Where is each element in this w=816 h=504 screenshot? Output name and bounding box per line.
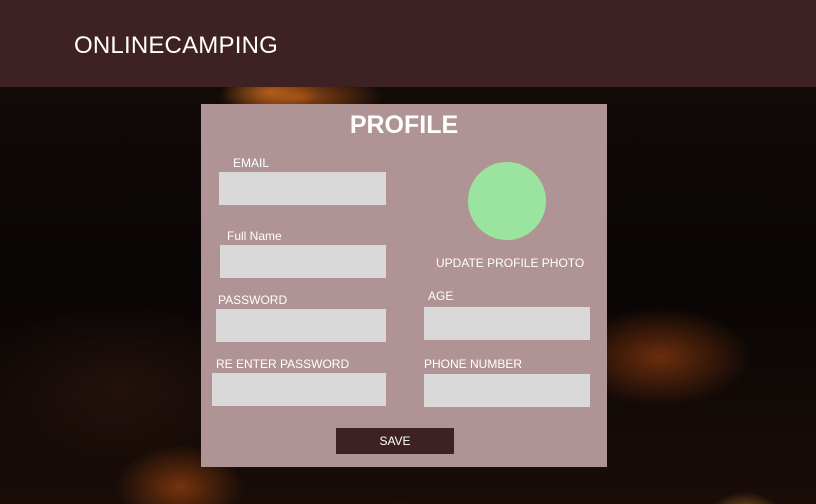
- re-enter-password-label: RE ENTER PASSWORD: [216, 357, 350, 371]
- site-header: ONLINECAMPING: [0, 0, 816, 87]
- profile-photo-avatar[interactable]: [468, 162, 546, 240]
- re-enter-password-field[interactable]: [212, 373, 386, 406]
- email-field[interactable]: [219, 172, 386, 205]
- update-profile-photo-link[interactable]: UPDATE PROFILE PHOTO: [436, 256, 584, 270]
- phone-number-label: PHONE NUMBER: [424, 357, 523, 371]
- save-button[interactable]: SAVE: [336, 428, 454, 454]
- page-title: PROFILE: [349, 111, 459, 139]
- phone-number-field[interactable]: [424, 374, 590, 407]
- password-field[interactable]: [216, 309, 386, 342]
- full-name-label: Full Name: [227, 229, 282, 243]
- full-name-field[interactable]: [220, 245, 386, 278]
- email-label: EMAIL: [233, 156, 270, 170]
- password-label: PASSWORD: [218, 293, 288, 307]
- age-field[interactable]: [424, 307, 590, 340]
- brand-logo-text[interactable]: ONLINECAMPING: [74, 32, 278, 60]
- age-label: AGE: [428, 289, 454, 303]
- profile-panel: PROFILE EMAIL Full Name PASSWORD RE ENTE…: [201, 104, 607, 467]
